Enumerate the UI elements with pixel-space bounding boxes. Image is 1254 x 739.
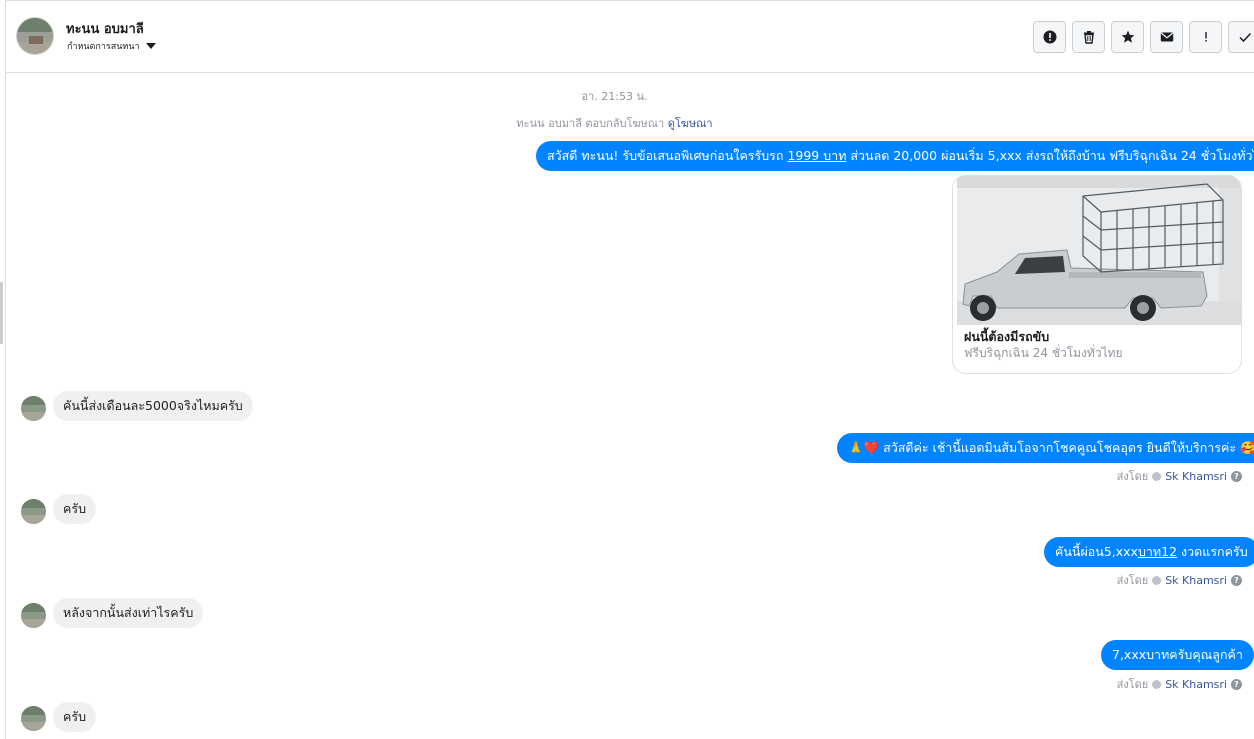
help-icon[interactable]: ?	[1231, 470, 1242, 482]
outgoing-message: 7,xxxบาทครับคุณลูกค้า	[1101, 640, 1254, 670]
outgoing-message: 🙏❤️ สวัสดีค่ะ เช้านี้แอดมินส้มโอจากโชคคู…	[837, 433, 1254, 463]
message-text: ส่วนลด 20,000 ผ่อนเริ่ม 5,xxx ส่งรถให้ถึ…	[846, 148, 1254, 163]
agent-name[interactable]: Sk Khamsri	[1165, 470, 1227, 483]
sent-by-label: ส่งโดย	[1116, 470, 1149, 483]
message-link[interactable]: บาท12	[1138, 544, 1177, 559]
left-panel-edge	[0, 0, 6, 739]
ad-reply-text: ทะนน อบมาลี ตอบกลับโฆษณา	[516, 117, 665, 130]
messenger-inbox: ทะนน อบมาลี กำหนดการสนทนา อา. 21:53 น. ท…	[0, 0, 1254, 739]
message-timestamp: อา. 21:53 น.	[581, 90, 648, 103]
conversation-label: กำหนดการสนทนา	[67, 42, 140, 52]
avatar	[21, 499, 46, 524]
help-icon[interactable]: ?	[1231, 574, 1242, 586]
message-link[interactable]: 1999 บาท	[787, 148, 846, 163]
mark-spam-button[interactable]	[1033, 21, 1066, 53]
conversation-label-dropdown[interactable]: กำหนดการสนทนา	[67, 39, 156, 53]
avatar	[21, 706, 46, 731]
incoming-message: ครับ	[53, 702, 97, 732]
contact-name[interactable]: ทะนน อบมาลี	[66, 18, 144, 39]
star-icon	[1121, 30, 1134, 43]
follow-up-button[interactable]	[1189, 21, 1222, 53]
ad-reply-notice: ทะนน อบมาลี ตอบกลับโฆษณา ดูโฆษณา	[0, 114, 1254, 132]
message-text: สวัสดี ทะนน! รับข้อเสนอพิเศษก่อนใครรับรถ	[547, 148, 788, 163]
agent-name[interactable]: Sk Khamsri	[1165, 574, 1227, 587]
sent-by: ส่งโดย Sk Khamsri ?	[1117, 675, 1242, 693]
agent-avatar-icon	[1152, 575, 1162, 585]
delete-button[interactable]	[1072, 21, 1105, 53]
ad-card[interactable]: ฝนนี้ต้องมีรถขับ ฟรีบริฉุกเฉิน 24 ชั่วโม…	[952, 175, 1242, 374]
incoming-message: คันนี้ส่งเดือนละ5000จริงไหมครับ	[53, 391, 253, 421]
caret-down-icon	[145, 43, 156, 49]
view-ad-link[interactable]: ดูโฆษณา	[668, 117, 713, 130]
conversation-actions	[1033, 21, 1254, 53]
message-text: คันนี้ผ่อน5,xxx	[1055, 544, 1138, 559]
alert-circle-icon	[1043, 30, 1056, 44]
exclamation-icon	[1204, 32, 1207, 42]
sent-by-label: ส่งโดย	[1116, 678, 1149, 691]
sent-by-label: ส่งโดย	[1116, 574, 1149, 587]
avatar[interactable]	[16, 17, 54, 55]
left-scrollbar[interactable]	[0, 282, 3, 344]
message-text: งวดแรกครับ	[1177, 544, 1248, 559]
sent-by: ส่งโดย Sk Khamsri ?	[1117, 467, 1242, 485]
help-icon[interactable]: ?	[1231, 678, 1242, 690]
incoming-message: ครับ	[53, 494, 97, 524]
conversation-header: ทะนน อบมาลี กำหนดการสนทนา	[6, 1, 1254, 73]
incoming-message: หลังจากนั้นส่งเท่าไรครับ	[53, 598, 204, 628]
mark-unread-button[interactable]	[1150, 21, 1183, 53]
outgoing-message: คันนี้ผ่อน5,xxxบาท12 งวดแรกครับ	[1044, 537, 1254, 567]
envelope-icon	[1160, 32, 1173, 42]
truck-image	[957, 176, 1241, 325]
mark-done-button[interactable]	[1228, 21, 1254, 53]
card-subtitle: ฟรีบริฉุกเฉิน 24 ชั่วโมงทั่วไทย	[964, 346, 1123, 360]
checkmark-icon	[1238, 32, 1251, 43]
trash-icon	[1083, 31, 1094, 44]
outgoing-message: สวัสดี ทะนน! รับข้อเสนอพิเศษก่อนใครรับรถ…	[536, 141, 1254, 171]
star-button[interactable]	[1111, 21, 1144, 53]
agent-avatar-icon	[1152, 471, 1162, 481]
sent-by: ส่งโดย Sk Khamsri ?	[1117, 571, 1242, 589]
avatar	[21, 396, 46, 421]
avatar	[21, 603, 46, 628]
agent-name[interactable]: Sk Khamsri	[1165, 678, 1227, 691]
agent-avatar-icon	[1152, 679, 1162, 689]
